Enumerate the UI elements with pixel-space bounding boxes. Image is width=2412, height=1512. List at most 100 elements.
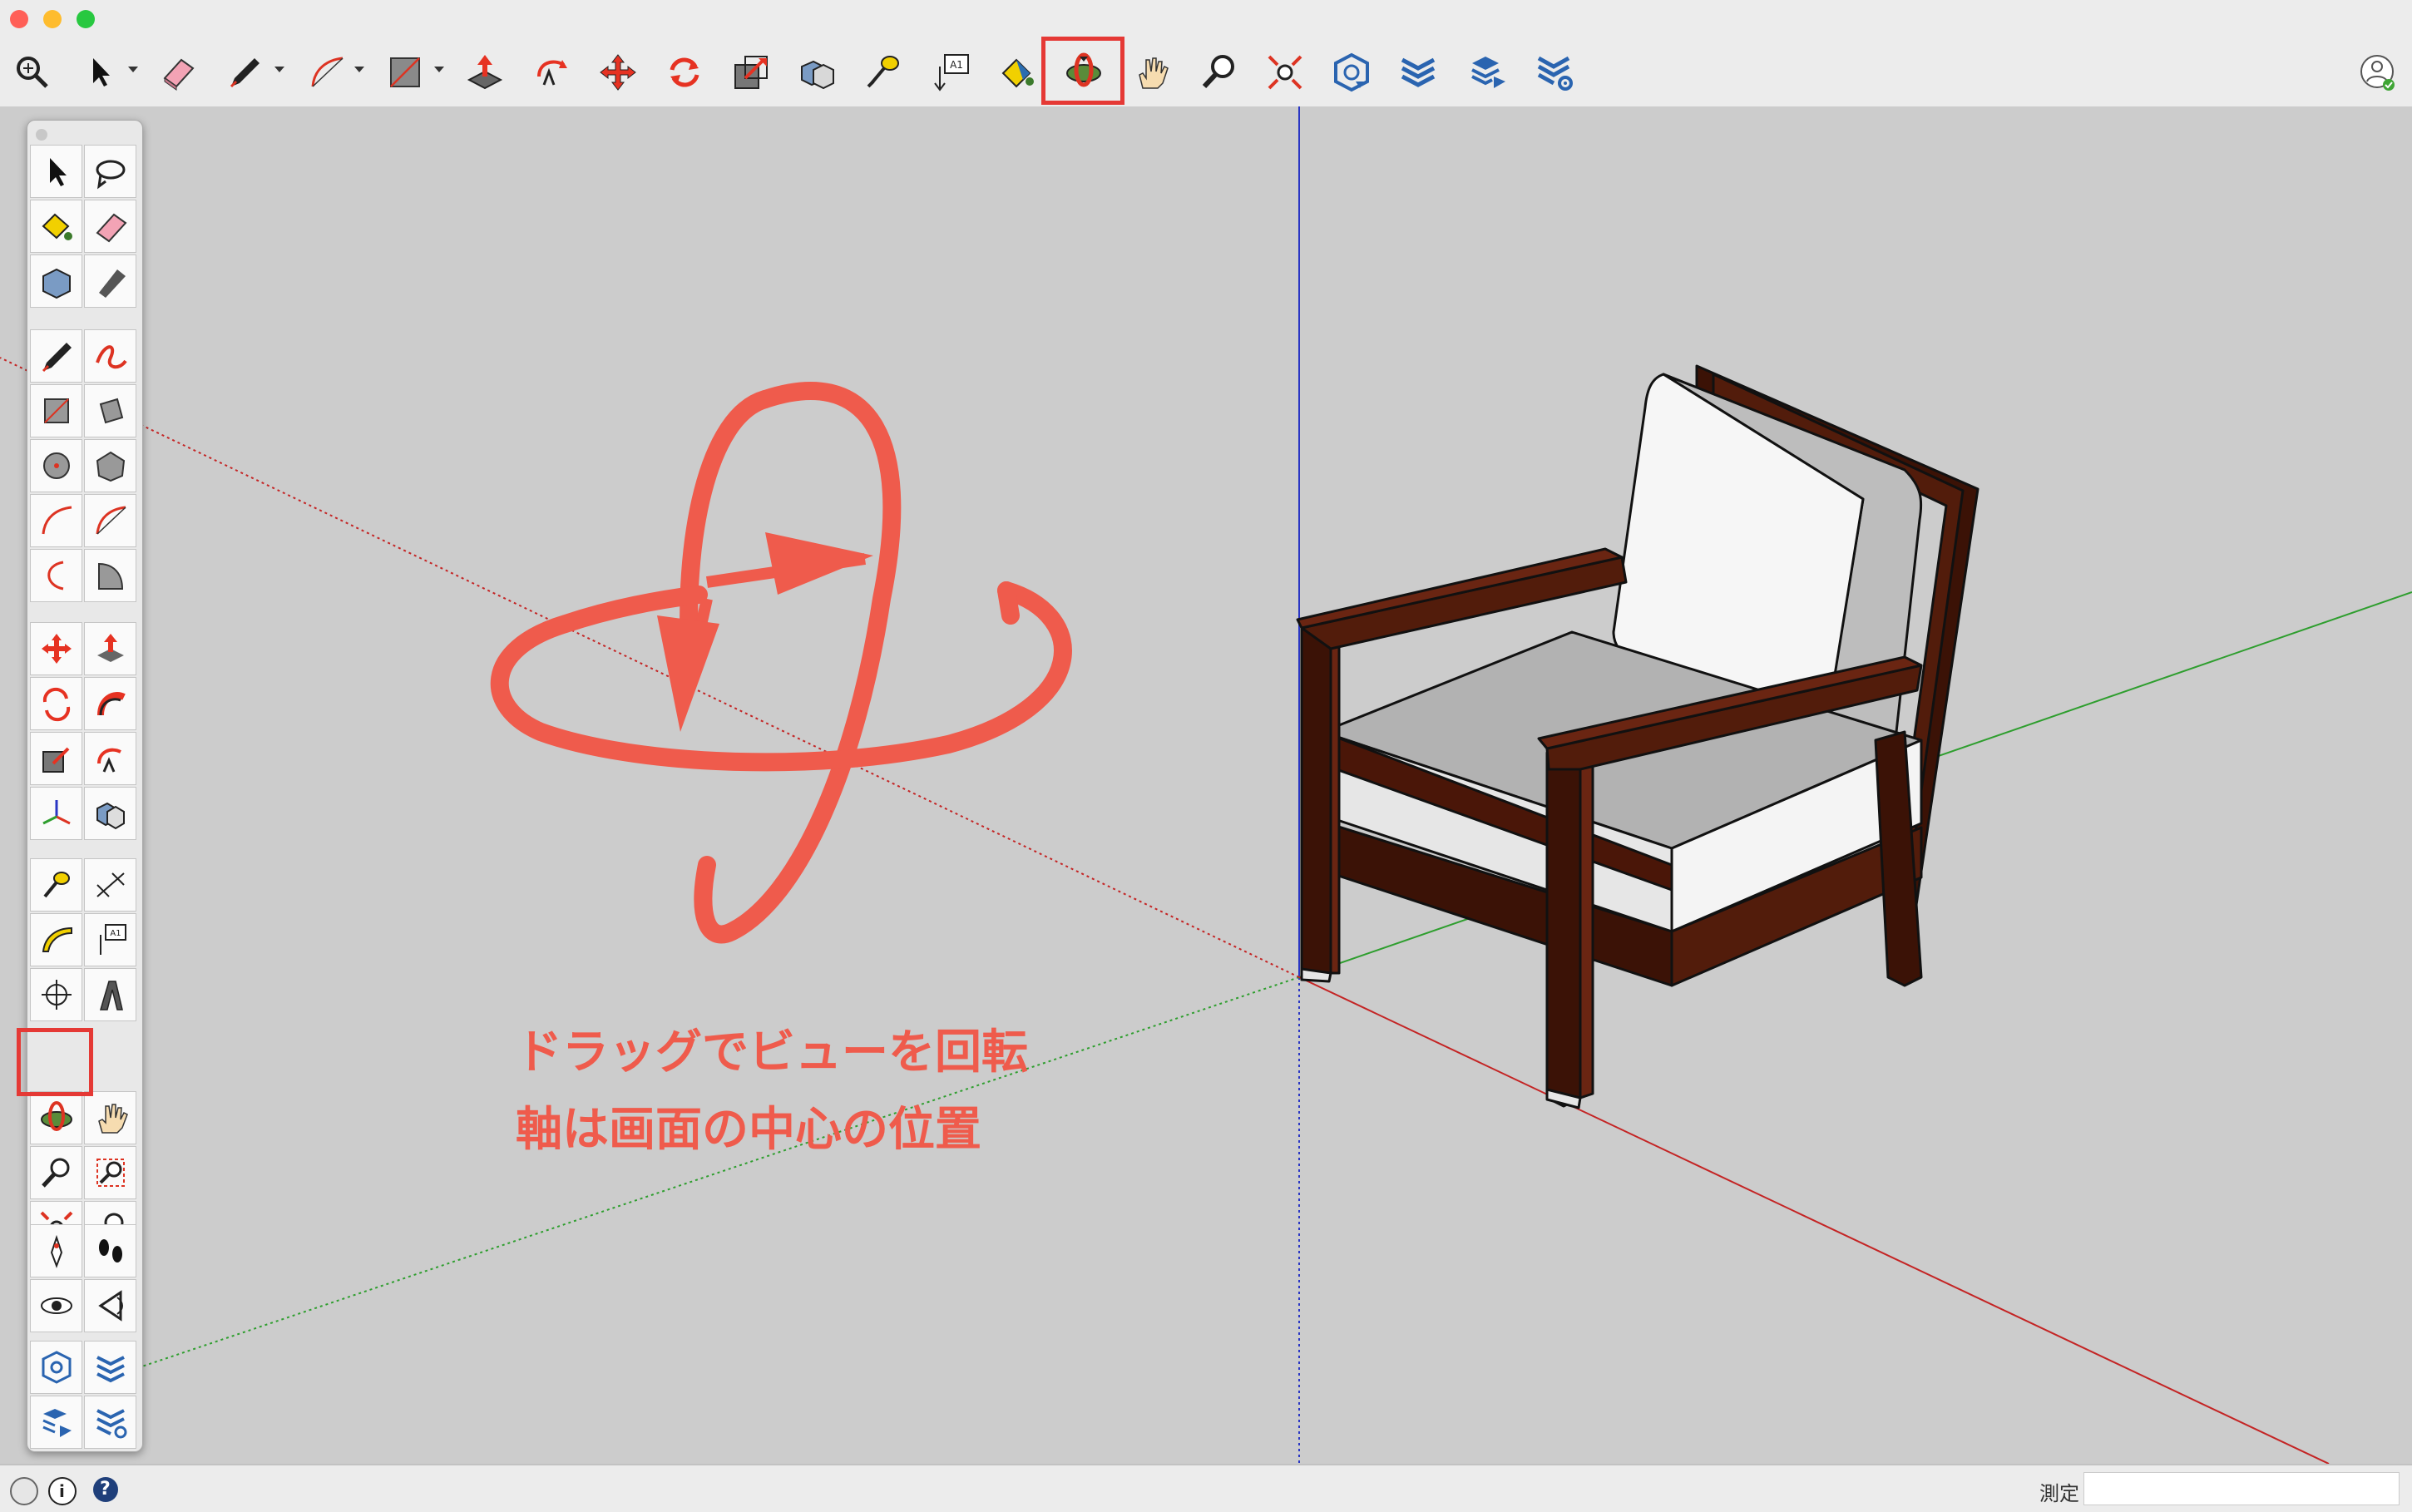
3d-warehouse-button[interactable] <box>1327 48 1376 96</box>
palette-pie-button[interactable] <box>84 549 136 602</box>
offset-button[interactable] <box>527 48 576 96</box>
search-button[interactable] <box>8 48 57 96</box>
palette-move-button[interactable] <box>30 622 82 675</box>
palette-arc-button[interactable] <box>30 494 82 547</box>
palette-freehand-button[interactable] <box>84 329 136 383</box>
orbit-annotation-graphic <box>490 382 1072 944</box>
line-icon <box>42 343 72 373</box>
palette-paint-button[interactable] <box>30 200 82 253</box>
solid-tools-button[interactable] <box>793 48 842 96</box>
palette-warehouse-button[interactable] <box>30 1341 82 1394</box>
palette-zoom-button[interactable] <box>30 1146 82 1199</box>
palette-lasso-button[interactable] <box>84 145 136 198</box>
rotate-button[interactable] <box>660 48 709 96</box>
measurements-input[interactable] <box>2083 1472 2400 1505</box>
rectangle-button[interactable] <box>381 48 429 96</box>
palette-push-pull-button[interactable] <box>84 622 136 675</box>
palette-tape-measure-button[interactable] <box>30 858 82 912</box>
palette-2-point-arc-button[interactable] <box>84 494 136 547</box>
text-icon: A1 <box>99 924 126 955</box>
main-toolbar: A1 <box>0 38 2412 108</box>
zoom-button[interactable] <box>1194 48 1243 96</box>
palette-scale-button[interactable] <box>30 732 82 785</box>
palette-text-button[interactable]: A1 <box>84 913 136 966</box>
palette-rectangle-button[interactable] <box>30 384 82 437</box>
palette-component-button[interactable] <box>30 254 82 308</box>
palette-polygon-button[interactable] <box>84 439 136 492</box>
3-point-arc-icon <box>47 561 63 590</box>
close-window-button[interactable] <box>10 10 28 28</box>
3d-text-icon <box>99 981 123 1010</box>
palette-3-point-arc-button[interactable] <box>30 549 82 602</box>
palette-walk-button[interactable] <box>84 1224 136 1277</box>
line-button[interactable] <box>221 48 269 96</box>
extension-manager-button[interactable] <box>1530 48 1579 96</box>
palette-section-plane-button[interactable] <box>30 968 82 1021</box>
palette-dimension-button[interactable] <box>84 858 136 912</box>
chair-model[interactable] <box>1296 364 1980 1109</box>
extension-warehouse-button[interactable] <box>1394 48 1442 96</box>
palette-offset-button[interactable] <box>84 732 136 785</box>
text-button[interactable]: A1 <box>927 48 975 96</box>
palette-tag-button[interactable] <box>84 254 136 308</box>
eraser-button[interactable] <box>155 48 203 96</box>
extension-icon <box>1401 57 1436 87</box>
section-plane-icon <box>41 980 72 1010</box>
rotate-icon <box>670 57 699 87</box>
line-dropdown[interactable] <box>274 67 284 72</box>
minimize-window-button[interactable] <box>43 10 62 28</box>
palette-solid-button[interactable] <box>84 787 136 840</box>
palette-look-around-button[interactable] <box>30 1279 82 1332</box>
pencil-icon <box>230 58 259 88</box>
move-button[interactable] <box>594 48 642 96</box>
account-button[interactable] <box>2354 48 2402 96</box>
palette-extension-manager-button[interactable] <box>84 1396 136 1449</box>
palette-zoom-window-button[interactable] <box>84 1146 136 1199</box>
share-model-button[interactable] <box>1464 48 1512 96</box>
palette-3d-text-button[interactable] <box>84 968 136 1021</box>
pan-button[interactable] <box>1128 48 1176 96</box>
paint-icon <box>42 213 72 240</box>
palette-circle-button[interactable] <box>30 439 82 492</box>
pan-icon <box>97 1104 128 1134</box>
palette-eraser-button[interactable] <box>84 200 136 253</box>
push-pull-button[interactable] <box>461 48 509 96</box>
component-icon <box>42 268 71 299</box>
tape-measure-button[interactable] <box>860 48 908 96</box>
select-dropdown[interactable] <box>128 67 138 72</box>
palette-extension-warehouse-button[interactable] <box>84 1341 136 1394</box>
palette-select-button[interactable] <box>30 145 82 198</box>
follow-me-icon <box>96 692 126 716</box>
arc-button[interactable] <box>303 48 351 96</box>
info-icon[interactable]: i <box>48 1477 77 1505</box>
tape-measure-icon <box>42 872 70 898</box>
help-icon[interactable]: ? <box>93 1477 118 1502</box>
scale-button[interactable] <box>727 48 775 96</box>
palette-rotate-button[interactable] <box>30 677 82 730</box>
palette-rotated-rectangle-button[interactable] <box>84 384 136 437</box>
palette-pan-button[interactable] <box>84 1091 136 1144</box>
tape-icon <box>867 56 899 88</box>
palette-protractor-button[interactable] <box>30 913 82 966</box>
palette-share-model-button[interactable] <box>30 1396 82 1449</box>
zoom-extents-button[interactable] <box>1261 48 1309 96</box>
select-button[interactable] <box>77 48 125 96</box>
offset-icon <box>537 60 567 86</box>
rectangle-dropdown[interactable] <box>434 67 444 72</box>
palette-look-button[interactable] <box>84 1279 136 1332</box>
paint-bucket-button[interactable] <box>993 48 1041 96</box>
palette-orbit-button[interactable] <box>30 1091 82 1144</box>
palette-follow-me-button[interactable] <box>84 677 136 730</box>
palette-axes-button[interactable] <box>30 787 82 840</box>
3d-viewport[interactable]: ドラッグでビューを回転 軸は画面の中心の位置 <box>0 106 2412 1464</box>
bucket-icon <box>1001 58 1034 88</box>
palette-position-camera-button[interactable] <box>30 1224 82 1277</box>
arc-dropdown[interactable] <box>354 67 364 72</box>
share-icon <box>1471 57 1505 88</box>
palette-close-button[interactable] <box>36 129 47 141</box>
zoom-window-button[interactable] <box>77 10 95 28</box>
palette-line-button[interactable] <box>30 329 82 383</box>
geo-location-icon[interactable] <box>10 1477 38 1505</box>
2-point-arc-icon <box>96 506 126 535</box>
status-bar: i ? 測定 <box>0 1464 2412 1512</box>
